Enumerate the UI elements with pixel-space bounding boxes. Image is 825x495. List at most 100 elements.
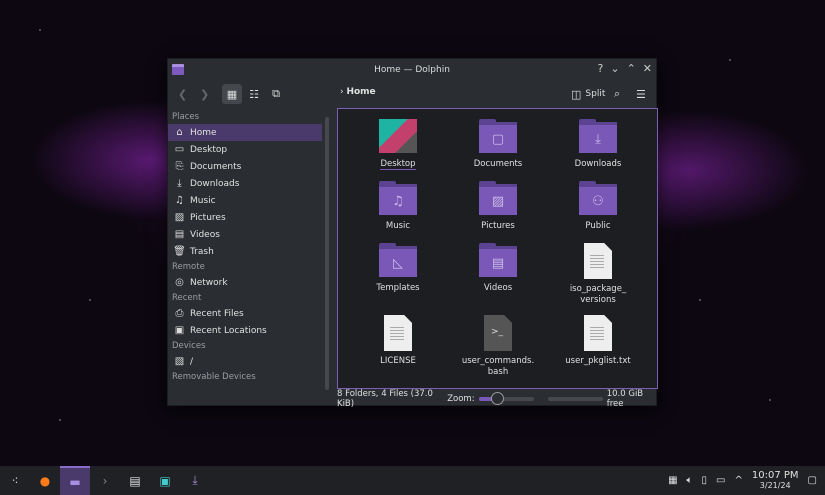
folder-icon: ▢ bbox=[479, 119, 517, 153]
network-tray-icon[interactable]: ▭ bbox=[716, 475, 725, 486]
sidebar-item-root[interactable]: ▧ / bbox=[168, 353, 322, 370]
dolphin-task-icon[interactable]: ▬ bbox=[60, 466, 90, 495]
sidebar-item-pictures[interactable]: ▨ Pictures bbox=[168, 209, 322, 226]
breadcrumb-home[interactable]: Home bbox=[346, 87, 375, 97]
script-file-icon: >_ bbox=[484, 315, 512, 351]
usb-icon[interactable]: ▯ bbox=[702, 475, 708, 486]
file-item-music[interactable]: ♫ Music bbox=[353, 181, 443, 232]
sidebar-section-header: Devices bbox=[172, 341, 206, 351]
recent-files-icon: ⎙ bbox=[175, 308, 184, 319]
file-item-iso-package-versions[interactable]: iso_package_ versions bbox=[553, 243, 643, 306]
breadcrumb[interactable]: › Home bbox=[340, 87, 376, 97]
disk-space-bar bbox=[547, 396, 603, 401]
window-title: Home — Dolphin bbox=[374, 65, 450, 75]
sidebar-item-music[interactable]: ♫ Music bbox=[168, 192, 322, 209]
file-item-user-commands-bash[interactable]: >_ user_commands. bash bbox=[453, 315, 543, 378]
app-launcher-icon[interactable]: ⁖ bbox=[0, 466, 30, 495]
documents-icon: ⎘ bbox=[175, 161, 184, 172]
status-bar: 8 Folders, 4 Files (37.0 KiB) Zoom: 10.0… bbox=[337, 388, 658, 409]
clock-time: 10:07 PM bbox=[751, 469, 799, 481]
sidebar-item-label: Videos bbox=[190, 229, 220, 240]
videos-icon: ▤ bbox=[174, 229, 185, 240]
sidebar-section-header: Removable Devices bbox=[172, 372, 256, 382]
minimize-button[interactable]: ⌄ bbox=[610, 62, 619, 75]
maximize-button[interactable]: ⌃ bbox=[627, 62, 636, 75]
split-button[interactable]: ◫ Split bbox=[571, 84, 605, 104]
zoom-slider[interactable] bbox=[478, 391, 534, 405]
folder-icon: ▨ bbox=[479, 181, 517, 215]
chevron-up-icon[interactable]: ^ bbox=[735, 475, 743, 486]
sidebar-item-downloads[interactable]: ⤓ Downloads bbox=[168, 175, 322, 192]
text-file-icon bbox=[384, 315, 412, 351]
details-view-button[interactable]: ⧉ bbox=[268, 84, 284, 104]
file-name: user_pkglist.txt bbox=[565, 356, 631, 366]
help-button[interactable]: ? bbox=[598, 62, 604, 75]
text-file-icon bbox=[584, 315, 612, 351]
file-item-pictures[interactable]: ▨ Pictures bbox=[453, 181, 543, 232]
hamburger-icon: ☰ bbox=[636, 87, 646, 101]
file-item-downloads[interactable]: ⤓ Downloads bbox=[553, 119, 643, 170]
file-item-public[interactable]: ⚇ Public bbox=[553, 181, 643, 232]
file-item-user-pkglist-txt[interactable]: user_pkglist.txt bbox=[553, 315, 643, 367]
file-name: Videos bbox=[483, 283, 513, 293]
terminal-icon[interactable]: › bbox=[90, 466, 120, 495]
free-space: 10.0 GiB free bbox=[606, 388, 644, 409]
sidebar-item-label: Music bbox=[190, 195, 216, 206]
file-item-templates[interactable]: ◺ Templates bbox=[353, 243, 443, 294]
volume-icon[interactable]: 🔈︎ bbox=[687, 475, 693, 486]
clipboard-icon[interactable]: ▦ bbox=[668, 475, 677, 486]
folder-icon: ⤓ bbox=[579, 119, 617, 153]
sidebar-scrollbar[interactable] bbox=[325, 117, 329, 390]
compact-view-button[interactable]: ☷ bbox=[246, 84, 262, 104]
file-view[interactable]: Desktop ▢ Documents ⤓ Downloads ♫ Music ▨ Pictur… bbox=[337, 108, 658, 389]
clock[interactable]: 10:07 PM 3/21/24 bbox=[751, 469, 799, 491]
file-item-desktop[interactable]: Desktop bbox=[353, 119, 443, 170]
system-monitor-icon[interactable]: ▤ bbox=[120, 466, 150, 495]
image-viewer-icon[interactable]: ▣ bbox=[150, 466, 180, 495]
file-item-license[interactable]: LICENSE bbox=[353, 315, 443, 367]
software-center-icon[interactable]: ⤓ bbox=[180, 466, 210, 495]
sidebar-item-documents[interactable]: ⎘ Documents bbox=[168, 158, 322, 175]
network-icon: ◎ bbox=[175, 277, 184, 288]
status-summary: 8 Folders, 4 Files (37.0 KiB) bbox=[337, 388, 433, 409]
sidebar-item-videos[interactable]: ▤ Videos bbox=[168, 226, 322, 243]
sidebar-section-header: Remote bbox=[172, 262, 205, 272]
sidebar-section-header: Recent bbox=[172, 293, 202, 303]
sidebar-item-label: / bbox=[190, 356, 194, 367]
sidebar-item-network[interactable]: ◎ Network bbox=[168, 274, 322, 291]
icons-view-button[interactable]: ▦ bbox=[222, 84, 242, 104]
sidebar-item-label: Documents bbox=[190, 161, 242, 172]
title-bar[interactable]: Home — Dolphin ? ⌄ ⌃ ✕ bbox=[168, 59, 656, 81]
file-name: LICENSE bbox=[380, 356, 416, 366]
back-button[interactable]: ❮ bbox=[178, 84, 187, 104]
file-name: Desktop bbox=[380, 159, 416, 170]
sidebar-item-home[interactable]: ⌂ Home bbox=[168, 124, 322, 141]
show-desktop-icon[interactable]: ▢ bbox=[808, 475, 817, 486]
split-icon: ◫ bbox=[571, 87, 582, 101]
file-name: iso_package_ versions bbox=[569, 284, 627, 305]
sidebar-item-desktop[interactable]: ▭ Desktop bbox=[168, 141, 322, 158]
sidebar-item-label: Pictures bbox=[190, 212, 226, 223]
home-icon: ⌂ bbox=[176, 127, 183, 138]
search-button[interactable]: ⌕ bbox=[614, 84, 620, 104]
close-button[interactable]: ✕ bbox=[643, 62, 652, 75]
file-name: Music bbox=[385, 221, 411, 231]
sidebar-item-label: Home bbox=[190, 127, 217, 138]
file-item-videos[interactable]: ▤ Videos bbox=[453, 243, 543, 294]
forward-button[interactable]: ❯ bbox=[200, 84, 209, 104]
folder-icon: ♫ bbox=[379, 181, 417, 215]
file-item-documents[interactable]: ▢ Documents bbox=[453, 119, 543, 170]
desktop-icon: ▭ bbox=[174, 144, 185, 155]
sidebar-item-recent-locations[interactable]: ▣ Recent Locations bbox=[168, 322, 322, 339]
sidebar-item-trash[interactable]: 🗑︎ Trash bbox=[168, 243, 322, 260]
firefox-icon[interactable]: ● bbox=[30, 466, 60, 495]
download-icon: ⤓ bbox=[177, 178, 182, 189]
folder-icon: ◺ bbox=[379, 243, 417, 277]
recent-locations-icon: ▣ bbox=[174, 325, 185, 336]
sidebar-item-label: Downloads bbox=[190, 178, 240, 189]
search-icon: ⌕ bbox=[614, 87, 621, 100]
clock-date: 3/21/24 bbox=[759, 480, 791, 490]
sidebar-item-recent-files[interactable]: ⎙ Recent Files bbox=[168, 305, 322, 322]
menu-button[interactable]: ☰ bbox=[636, 84, 646, 104]
music-icon: ♫ bbox=[175, 195, 184, 206]
